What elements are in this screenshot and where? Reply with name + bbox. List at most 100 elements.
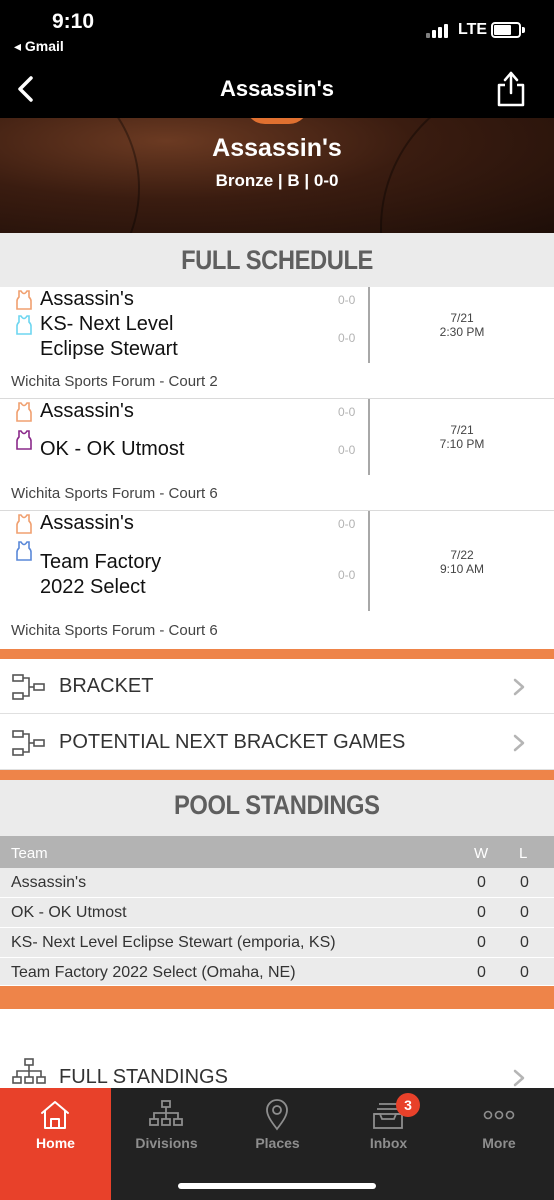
opponent-name-line1: Team Factory: [40, 551, 162, 573]
team-name: Assassin's: [40, 400, 134, 422]
section-divider: [0, 770, 554, 780]
column-wins: W: [474, 845, 489, 862]
pool-standings-header: POOL STANDINGS: [0, 780, 554, 836]
team-score: 0-0: [338, 293, 356, 307]
share-icon[interactable]: [494, 70, 528, 108]
standings-wins: 0: [477, 874, 486, 891]
location-pin-icon: [266, 1099, 288, 1131]
game-card[interactable]: Assassin's 0-0 OK - OK Utmost 0-0 7/21 7…: [0, 399, 554, 511]
potential-next-bracket-games-link[interactable]: POTENTIAL NEXT BRACKET GAMES: [0, 715, 554, 770]
table-row[interactable]: KS- Next Level Eclipse Stewart (emporia,…: [0, 928, 554, 958]
standings-wins: 0: [477, 934, 486, 951]
standings-losses: 0: [520, 964, 529, 981]
tab-more[interactable]: More: [444, 1088, 554, 1200]
home-icon: [41, 1101, 69, 1129]
home-indicator: [178, 1183, 376, 1189]
team-division-record: Bronze | B | 0-0: [215, 171, 339, 190]
column-team: Team: [11, 845, 48, 862]
game-card[interactable]: Assassin's 0-0 KS- Next Level Eclipse St…: [0, 287, 554, 399]
bracket-label: BRACKET: [59, 675, 154, 697]
standings-team: OK - OK Utmost: [11, 904, 127, 921]
team-name: Assassin's: [40, 288, 134, 310]
tab-label: Places: [255, 1135, 300, 1151]
standings-tree-icon: [12, 1058, 46, 1084]
jersey-icon: [16, 514, 32, 534]
table-row[interactable]: Team Factory 2022 Select (Omaha, NE) 0 0: [0, 958, 554, 986]
tab-label: Divisions: [135, 1135, 198, 1151]
standings-losses: 0: [520, 904, 529, 921]
jersey-icon: [16, 541, 32, 561]
opponent-score: 0-0: [338, 443, 356, 457]
standings-losses: 0: [520, 874, 529, 891]
table-row[interactable]: Assassin's 0 0: [0, 868, 554, 898]
game-divider: [368, 287, 370, 363]
team-name: Assassin's: [212, 134, 342, 162]
basketball-logo: [245, 118, 309, 124]
standings-table-header: Team W L: [0, 836, 554, 868]
opponent-name-line1: OK - OK Utmost: [40, 438, 185, 460]
table-row[interactable]: OK - OK Utmost 0 0: [0, 898, 554, 928]
bracket-icon: [12, 730, 45, 756]
chevron-right-icon: [513, 734, 525, 752]
section-divider: [0, 986, 554, 1009]
section-divider: [0, 649, 554, 659]
game-time: 9:10 AM: [439, 562, 485, 576]
full-schedule-title: FULL SCHEDULE: [181, 245, 373, 275]
game-divider: [368, 511, 370, 611]
opponent-name-line1: KS- Next Level: [40, 313, 174, 335]
status-bar: 9:10 ◂ Gmail LTE: [0, 0, 554, 62]
game-date: 7/22: [450, 548, 474, 562]
network-type: LTE: [458, 21, 488, 38]
back-to-gmail-link[interactable]: ◂ Gmail: [14, 38, 64, 55]
game-venue: Wichita Sports Forum - Court 2: [11, 373, 218, 390]
tab-label: More: [482, 1135, 516, 1151]
bracket-icon: [12, 674, 45, 700]
game-date: 7/21: [450, 423, 474, 437]
full-standings-label: FULL STANDINGS: [59, 1066, 228, 1088]
page-title: Assassin's: [219, 76, 335, 101]
divisions-icon: [149, 1100, 183, 1126]
chevron-right-icon: [513, 1069, 525, 1087]
tab-label: Inbox: [369, 1135, 408, 1151]
status-time: 9:10: [52, 10, 95, 33]
game-card[interactable]: Assassin's 0-0 Team Factory 2022 Select …: [0, 511, 554, 649]
inbox-badge: 3: [396, 1093, 420, 1117]
game-time: 7:10 PM: [439, 437, 485, 451]
standings-team: KS- Next Level Eclipse Stewart (emporia,…: [11, 934, 336, 951]
nav-bar: Assassin's: [0, 62, 554, 118]
standings-wins: 0: [477, 964, 486, 981]
team-score: 0-0: [338, 405, 356, 419]
tab-label: Home: [36, 1135, 75, 1151]
column-losses: L: [519, 845, 528, 862]
opponent-score: 0-0: [338, 568, 356, 582]
more-dots-icon: [483, 1110, 515, 1120]
chevron-right-icon: [513, 678, 525, 696]
jersey-icon: [16, 430, 32, 450]
bracket-link[interactable]: BRACKET: [0, 659, 554, 714]
tab-home[interactable]: Home: [0, 1088, 111, 1200]
game-time: 2:30 PM: [439, 325, 485, 339]
opponent-name-line2: 2022 Select: [40, 576, 146, 598]
standings-losses: 0: [520, 934, 529, 951]
standings-wins: 0: [477, 904, 486, 921]
battery-icon: [491, 22, 525, 38]
opponent-name-line2: Eclipse Stewart: [40, 338, 178, 360]
jersey-icon: [16, 290, 32, 310]
team-score: 0-0: [338, 517, 356, 531]
full-standings-link[interactable]: FULL STANDINGS: [0, 1050, 554, 1090]
team-hero-banner: Assassin's Bronze | B | 0-0: [0, 118, 554, 233]
jersey-icon: [16, 402, 32, 422]
game-divider: [368, 399, 370, 475]
standings-team: Team Factory 2022 Select (Omaha, NE): [11, 964, 296, 981]
team-name: Assassin's: [40, 512, 134, 534]
standings-team: Assassin's: [11, 874, 87, 891]
pool-standings-title: POOL STANDINGS: [174, 790, 380, 820]
potential-next-bracket-games-label: POTENTIAL NEXT BRACKET GAMES: [59, 731, 406, 753]
opponent-score: 0-0: [338, 331, 356, 345]
game-venue: Wichita Sports Forum - Court 6: [11, 485, 218, 502]
full-schedule-header: FULL SCHEDULE: [0, 233, 554, 287]
signal-icon: [426, 24, 452, 38]
game-date: 7/21: [450, 311, 474, 325]
jersey-icon: [16, 315, 32, 335]
game-venue: Wichita Sports Forum - Court 6: [11, 622, 218, 639]
